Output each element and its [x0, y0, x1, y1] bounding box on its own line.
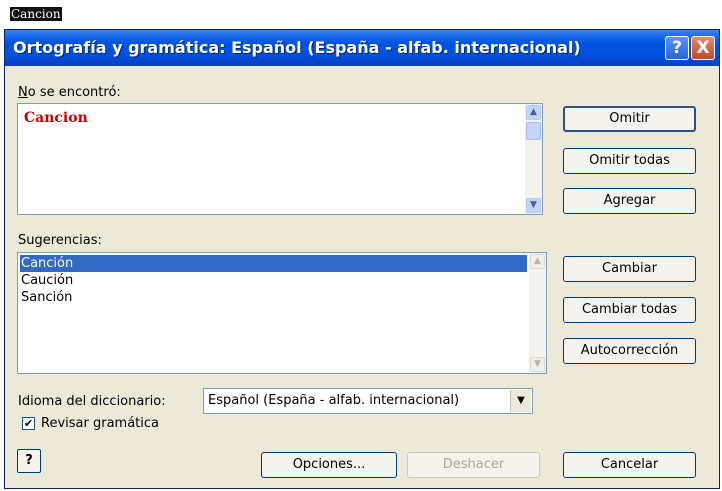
- document-word: Cancion: [10, 7, 62, 21]
- undo-button: Deshacer: [407, 452, 540, 478]
- options-button-label: Opciones...: [292, 457, 366, 472]
- suggestion-item[interactable]: Caución: [20, 272, 527, 289]
- suggestions-list[interactable]: Canción Caución Sanción ▲ ▼: [17, 252, 547, 374]
- scroll-up-icon[interactable]: ▲: [530, 254, 545, 269]
- close-icon: X: [696, 38, 710, 58]
- dictionary-select[interactable]: Español (España - alfab. internacional) …: [203, 388, 533, 414]
- cancel-button[interactable]: Cancelar: [563, 452, 696, 478]
- add-button[interactable]: Agregar: [563, 188, 696, 214]
- misspelled-word[interactable]: Cancion: [24, 110, 88, 126]
- not-found-label: No se encontró:: [18, 85, 121, 100]
- ignore-all-button-label: Omitir todas: [589, 153, 670, 168]
- scroll-thumb[interactable]: [526, 122, 541, 140]
- change-button-label: Cambiar: [602, 261, 657, 276]
- not-found-label-rest: o se encontró:: [27, 85, 121, 100]
- change-all-button[interactable]: Cambiar todas: [563, 297, 696, 323]
- cancel-button-label: Cancelar: [600, 457, 659, 472]
- scroll-down-icon[interactable]: ▼: [530, 357, 545, 372]
- not-found-label-mnemonic: N: [18, 85, 28, 100]
- autocorrect-button[interactable]: Autocorrección: [563, 338, 696, 364]
- suggestions-label: Sugerencias:: [18, 233, 102, 248]
- suggestion-item[interactable]: Canción: [20, 255, 527, 272]
- grammar-checkbox-label[interactable]: Revisar gramática: [41, 416, 159, 431]
- dictionary-label: Idioma del diccionario:: [18, 394, 166, 409]
- suggestion-item[interactable]: Sanción: [20, 289, 527, 306]
- ignore-all-button[interactable]: Omitir todas: [563, 148, 696, 174]
- autocorrect-button-label: Autocorrección: [580, 343, 679, 358]
- not-found-textbox[interactable]: Cancion ▲ ▼: [17, 103, 543, 215]
- scroll-up-icon[interactable]: ▲: [526, 105, 541, 120]
- change-all-button-label: Cambiar todas: [581, 302, 678, 317]
- undo-button-label: Deshacer: [442, 457, 505, 472]
- help-icon: ?: [672, 38, 682, 58]
- title-bar: Ortografía y gramática: Español (España …: [5, 30, 719, 66]
- suggestions-scrollbar[interactable]: ▲ ▼: [529, 253, 546, 373]
- grammar-checkbox[interactable]: ✔: [22, 417, 35, 430]
- dialog-title: Ortografía y gramática: Español (España …: [13, 38, 581, 57]
- ignore-button[interactable]: Omitir: [563, 106, 696, 132]
- scroll-down-icon[interactable]: ▼: [526, 198, 541, 213]
- spelling-dialog: Ortografía y gramática: Español (España …: [4, 29, 720, 489]
- options-button[interactable]: Opciones...: [261, 452, 397, 478]
- add-button-label: Agregar: [603, 193, 656, 208]
- help-button[interactable]: ?: [665, 36, 689, 60]
- ignore-button-label: Omitir: [609, 111, 650, 126]
- not-found-scrollbar[interactable]: ▲ ▼: [525, 104, 542, 214]
- chevron-down-icon[interactable]: ▼: [510, 390, 531, 412]
- close-button[interactable]: X: [691, 36, 715, 60]
- change-button[interactable]: Cambiar: [563, 256, 696, 282]
- help-icon[interactable]: ?: [17, 449, 41, 473]
- dictionary-value: Español (España - alfab. internacional): [208, 393, 460, 408]
